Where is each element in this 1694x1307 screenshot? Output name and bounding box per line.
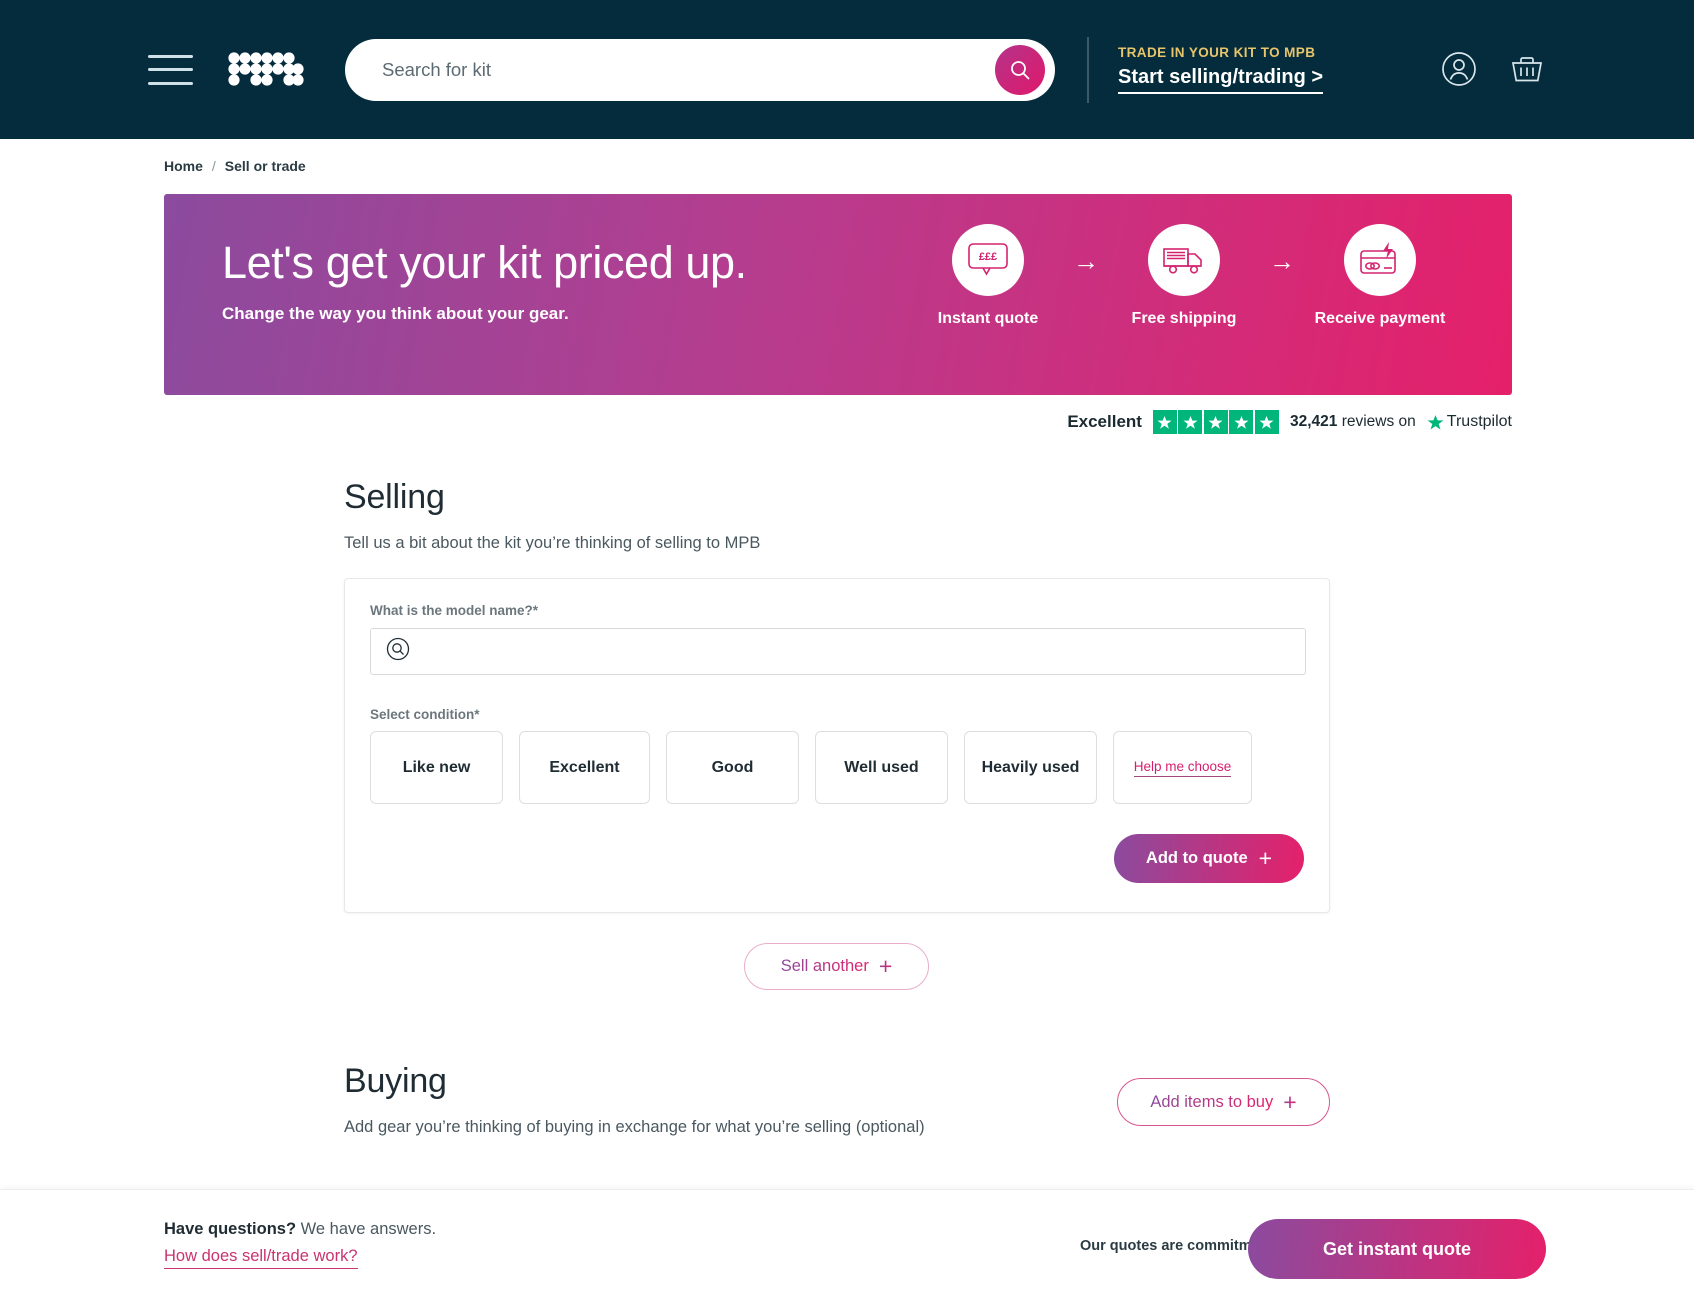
trustpilot-rating[interactable]: Excellent 32,421 reviews on Trustpilot [1067,410,1512,434]
hero-subtitle: Change the way you think about your gear… [222,304,569,323]
trade-kicker-text: TRADE IN YOUR KIT TO MPB [1118,45,1316,60]
hero-steps: £££ Instant quote → Free shipping → Rece… [912,224,1456,328]
hero-step-receive-payment: Receive payment [1304,224,1456,328]
price-bubble-icon: £££ [952,224,1024,296]
search-icon [386,637,410,666]
search-submit-button[interactable] [995,44,1045,95]
plus-icon: + [1258,845,1273,871]
card-payment-icon [1344,224,1416,296]
condition-options: Like new Excellent Good Well used Heavil… [370,731,1252,804]
condition-option-well-used[interactable]: Well used [815,731,948,804]
help-me-choose-link[interactable]: Help me choose [1133,759,1232,777]
hero-title: Let's get your kit priced up. [222,237,747,288]
sell-another-label: Sell another [780,957,869,975]
star-icon [1203,410,1228,434]
select-condition-label: Select condition* [370,707,480,722]
buying-heading: Buying [344,1062,447,1100]
footer-questions-bold: Have questions? [164,1220,297,1238]
add-to-quote-label: Add to quote [1145,849,1248,867]
breadcrumb: Home / Sell or trade [164,158,306,174]
mpb-logo[interactable] [228,50,304,90]
svg-text:£££: £££ [979,251,997,263]
selling-subheading: Tell us a bit about the kit you’re think… [344,534,761,552]
add-to-quote-button[interactable]: Add to quote + [1114,834,1304,883]
trustpilot-brand-label: Trustpilot [1446,413,1512,430]
buying-subheading: Add gear you’re thinking of buying in ex… [344,1118,925,1136]
hero-step-label: Receive payment [1314,310,1446,327]
breadcrumb-item-home[interactable]: Home [164,158,203,174]
condition-option-heavily-used[interactable]: Heavily used [964,731,1097,804]
plus-icon: + [878,953,893,979]
footer-questions-block: Have questions? We have answers. How doe… [164,1220,436,1269]
trustpilot-brand: Trustpilot [1427,413,1512,431]
trade-in-block: TRADE IN YOUR KIT TO MPB Start selling/t… [1118,45,1324,94]
header-divider [1087,36,1089,103]
start-selling-trading-link[interactable]: Start selling/trading > [1118,66,1324,94]
model-name-input[interactable] [421,636,1271,667]
trustpilot-stars [1152,410,1279,434]
star-icon [1178,410,1203,434]
trustpilot-star-icon [1427,414,1444,430]
how-does-sell-trade-work-link[interactable]: How does sell/trade work? [164,1247,358,1269]
burger-line [148,68,193,71]
star-icon [1254,410,1279,434]
model-name-input-wrapper[interactable] [370,628,1306,675]
burger-line [148,81,193,85]
star-icon [1152,410,1177,434]
header-icon-group [1440,50,1546,88]
search-icon [1011,60,1030,80]
hero-step-label: Instant quote [937,310,1039,327]
buying-section-header: Buying Add gear you’re thinking of buyin… [344,1062,925,1137]
search-input[interactable] [382,49,962,90]
page-root: TRADE IN YOUR KIT TO MPB Start selling/t… [0,0,1694,1307]
header-search-bar[interactable] [345,38,1055,101]
trustpilot-count-number: 32,421 [1289,413,1338,430]
add-items-label: Add items to buy [1150,1092,1274,1111]
site-header: TRADE IN YOUR KIT TO MPB Start selling/t… [0,0,1694,139]
add-items-to-buy-button[interactable]: Add items to buy + [1117,1078,1330,1126]
trustpilot-review-count: 32,421 reviews on [1290,413,1416,431]
trustpilot-rating-word: Excellent [1067,412,1142,431]
plus-icon: + [1283,1088,1297,1115]
condition-option-excellent[interactable]: Excellent [519,731,650,804]
footer-questions-rest: We have answers. [296,1220,437,1238]
basket-icon[interactable] [1508,50,1546,88]
condition-option-good[interactable]: Good [666,731,799,804]
hero-step-free-shipping: Free shipping [1108,224,1260,328]
selling-heading: Selling [344,478,445,516]
selling-section-header: Selling Tell us a bit about the kit you’… [344,478,760,553]
selling-form-card: What is the model name?* Select conditio… [344,578,1330,913]
model-name-label: What is the model name?* [370,603,539,618]
hero-step-instant-quote: £££ Instant quote [912,224,1064,328]
delivery-truck-icon [1148,224,1220,296]
condition-option-like-new[interactable]: Like new [370,731,503,804]
footer-questions-line: Have questions? We have answers. [164,1220,436,1239]
sticky-footer-bar: Have questions? We have answers. How doe… [0,1189,1694,1307]
hero-arrow-icon: → [1073,246,1099,276]
account-icon[interactable] [1440,50,1478,88]
help-me-choose-box[interactable]: Help me choose [1113,731,1252,804]
burger-line [148,54,193,58]
hero-arrow-icon: → [1269,246,1295,276]
get-instant-quote-button[interactable]: Get instant quote [1248,1219,1546,1279]
hamburger-menu-icon[interactable] [148,54,193,85]
star-icon [1229,410,1254,434]
breadcrumb-separator: / [211,158,216,174]
hero-step-label: Free shipping [1131,310,1237,327]
hero-banner: Let's get your kit priced up. Change the… [164,194,1512,395]
trustpilot-reviews-label: reviews on [1341,413,1416,430]
breadcrumb-item-current[interactable]: Sell or trade [225,158,306,174]
sell-another-button[interactable]: Sell another + [744,943,929,990]
